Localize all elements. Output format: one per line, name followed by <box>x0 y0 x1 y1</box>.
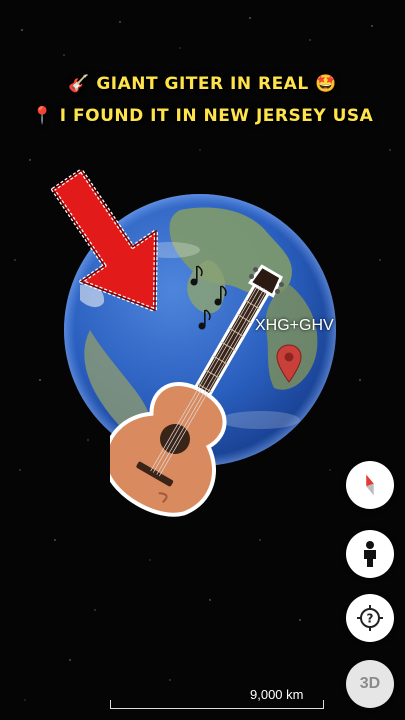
compass-icon <box>366 474 374 496</box>
caption-line-2-text: I FOUND IT IN NEW JERSEY USA <box>59 106 374 126</box>
toggle-3d-button[interactable]: 3D <box>346 660 394 708</box>
caption-line-1-text: GIANT GITER IN REAL <box>96 74 309 94</box>
star-eyes-emoji-icon: 🤩 <box>315 74 337 94</box>
compass-button[interactable] <box>346 461 394 509</box>
map-pin-icon[interactable] <box>276 344 302 384</box>
toggle-3d-label: 3D <box>359 675 381 692</box>
caption-line-2: 📍 I FOUND IT IN NEW JERSEY USA <box>0 106 405 126</box>
street-view-person-icon <box>364 541 376 567</box>
street-view-button[interactable] <box>346 530 394 578</box>
my-location-button[interactable]: ? <box>346 594 394 642</box>
guitar-emoji-icon: 🎸 <box>68 74 90 94</box>
svg-text:?: ? <box>367 612 374 626</box>
plus-code-label: XHG+GHV <box>255 317 334 334</box>
my-location-icon: ? <box>357 605 383 631</box>
caption-line-1: 🎸 GIANT GITER IN REAL 🤩 <box>0 74 405 94</box>
acoustic-guitar-sticker <box>110 264 284 517</box>
scale-bar <box>110 700 324 709</box>
pin-emoji-icon: 📍 <box>31 106 54 126</box>
